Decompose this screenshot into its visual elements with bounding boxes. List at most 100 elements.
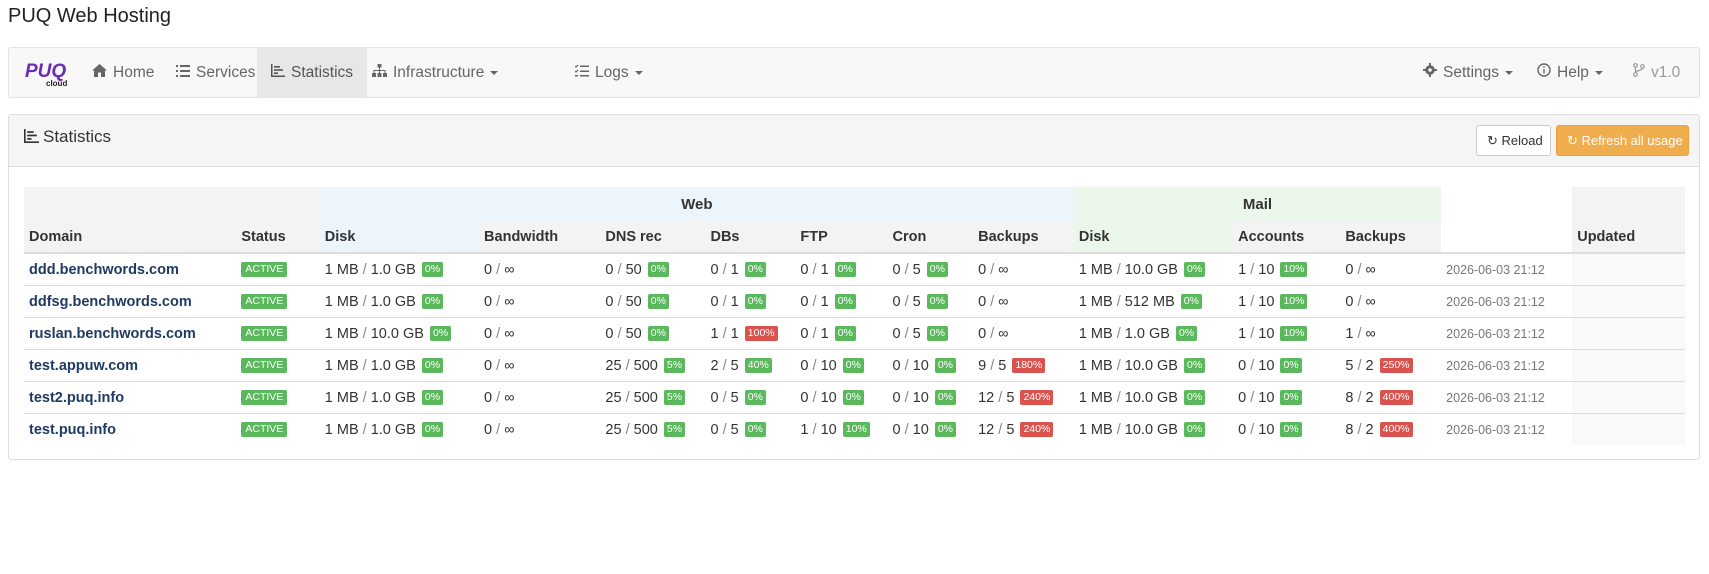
dbs-total: 1: [730, 293, 739, 310]
nav-home[interactable]: Home: [79, 48, 167, 97]
accounts-cell: 0 / 10 0%: [1233, 349, 1341, 382]
disk-cell: 1 MB / 1.0 GB 0%: [319, 285, 480, 318]
slash-separator: /: [812, 421, 817, 438]
mail-backups-used: 8: [1345, 421, 1354, 438]
domain-link[interactable]: test.puq.info: [29, 422, 116, 438]
slash-separator: /: [496, 357, 501, 374]
updated-cell: 2026-06-03 21:12: [1441, 413, 1573, 445]
bandwidth-used: 0: [484, 293, 493, 310]
slash-separator: /: [1250, 357, 1255, 374]
domain-link[interactable]: ruslan.benchwords.com: [29, 326, 196, 342]
nav-infrastructure[interactable]: Infrastructure: [359, 48, 511, 97]
dbs-total: 5: [730, 357, 739, 374]
col-cron: Cron: [887, 221, 974, 254]
nav-version[interactable]: v1.0: [1620, 48, 1693, 97]
mail-disk-cell: 1 MB / 10.0 GB 0%: [1073, 413, 1234, 445]
dbs-percent-badge: 0%: [744, 390, 766, 406]
ftp-used: 0: [800, 261, 809, 278]
nav-help[interactable]: Help: [1524, 48, 1616, 97]
group-web: Web: [319, 187, 1074, 221]
panel-title-text: Statistics: [43, 127, 112, 146]
disk-used: 1 MB: [324, 261, 359, 278]
disk-percent-badge: 0%: [421, 262, 444, 278]
dns-percent-badge: 0%: [647, 294, 669, 310]
updated-blank-cell: [1572, 252, 1685, 286]
slash-separator: /: [1357, 389, 1362, 406]
nav-version-label: v1.0: [1651, 64, 1681, 81]
disk-total: 1.0 GB: [370, 293, 416, 310]
accounts-percent-badge: 10%: [1280, 326, 1308, 342]
bandwidth-cell: 0 / ∞: [479, 285, 601, 318]
nav-logs[interactable]: Logs: [562, 48, 656, 97]
slash-separator: /: [1116, 389, 1121, 406]
backups-cell: 0 / ∞: [973, 317, 1074, 350]
nav-services[interactable]: Services: [163, 48, 268, 97]
dbs-percent-badge: 0%: [744, 294, 766, 310]
ftp-percent-badge: 0%: [834, 326, 856, 342]
nav-statistics[interactable]: Statistics: [257, 48, 368, 97]
accounts-total: 10: [1258, 389, 1275, 406]
cron-used: 0: [892, 421, 901, 438]
slash-separator: /: [617, 261, 622, 278]
status-badge: ACTIVE: [241, 358, 288, 374]
sitemap-icon: [372, 48, 387, 97]
cron-used: 0: [892, 325, 901, 342]
accounts-used: 0: [1238, 421, 1247, 438]
slash-separator: /: [722, 389, 727, 406]
mail-disk-used: 1 MB: [1078, 293, 1113, 310]
slash-separator: /: [812, 389, 817, 406]
backups-percent-badge: 180%: [1012, 358, 1046, 374]
nav-logs-label: Logs: [595, 64, 629, 81]
mail-disk-used: 1 MB: [1078, 325, 1113, 342]
slash-separator: /: [1116, 357, 1121, 374]
nav-settings[interactable]: Settings: [1410, 48, 1526, 97]
dbs-cell: 0 / 5 0%: [705, 413, 796, 445]
ftp-used: 0: [800, 293, 809, 310]
refresh-all-usage-button[interactable]: ↻ Refresh all usage: [1556, 125, 1689, 156]
mail-backups-total: 2: [1365, 389, 1374, 406]
updated-cell: 2026-06-03 21:12: [1441, 317, 1573, 350]
col-accounts: Accounts: [1233, 221, 1341, 254]
slash-separator: /: [990, 357, 995, 374]
backups-cell: 0 / ∞: [973, 285, 1074, 318]
ftp-total: 10: [820, 421, 837, 438]
bandwidth-used: 0: [484, 421, 493, 438]
mail-disk-used: 1 MB: [1078, 261, 1113, 278]
mail-disk-percent-badge: 0%: [1180, 294, 1202, 310]
statistics-table: Web Mail Domain Status Disk Bandwidth DN…: [24, 187, 1685, 445]
panel-heading: Statistics ↻ Reload ↻ Refresh all usage: [9, 115, 1699, 167]
dbs-total: 5: [730, 421, 739, 438]
chevron-down-icon: [490, 70, 499, 75]
domain-link[interactable]: ddd.benchwords.com: [29, 262, 179, 278]
backups-used: 0: [978, 325, 987, 342]
slash-separator: /: [362, 293, 367, 310]
slash-separator: /: [625, 389, 630, 406]
bandwidth-used: 0: [484, 261, 493, 278]
list-icon: [176, 48, 190, 97]
cron-cell: 0 / 5 0%: [887, 317, 974, 350]
cron-percent-badge: 0%: [926, 294, 948, 310]
mail-disk-cell: 1 MB / 10.0 GB 0%: [1073, 381, 1234, 414]
brand-logo[interactable]: PUQ cloud: [24, 56, 72, 90]
backups-cell: 9 / 5 180%: [973, 349, 1074, 382]
domain-link[interactable]: test.appuw.com: [29, 358, 138, 374]
slash-separator: /: [1357, 421, 1362, 438]
slash-separator: /: [496, 421, 501, 438]
cron-total: 10: [912, 421, 929, 438]
dns-used: 0: [605, 325, 614, 342]
slash-separator: /: [904, 389, 909, 406]
mail-backups-used: 0: [1345, 261, 1354, 278]
slash-separator: /: [990, 293, 995, 310]
col-mail-disk: Disk: [1073, 221, 1234, 254]
domain-link[interactable]: ddfsg.benchwords.com: [29, 294, 192, 310]
table-body: ddd.benchwords.com ACTIVE 1 MB / 1.0 GB 0%…: [24, 252, 1685, 445]
mail-disk-used: 1 MB: [1078, 421, 1113, 438]
chevron-down-icon: [1505, 70, 1514, 75]
chart-icon: [24, 129, 39, 143]
dbs-percent-badge: 100%: [744, 326, 778, 342]
reload-button[interactable]: ↻ Reload: [1476, 125, 1551, 156]
status-badge: ACTIVE: [241, 326, 288, 342]
domain-link[interactable]: test2.puq.info: [29, 390, 124, 406]
table-row: ddd.benchwords.com ACTIVE 1 MB / 1.0 GB 0%…: [24, 252, 1685, 286]
mail-disk-percent-badge: 0%: [1184, 262, 1206, 278]
